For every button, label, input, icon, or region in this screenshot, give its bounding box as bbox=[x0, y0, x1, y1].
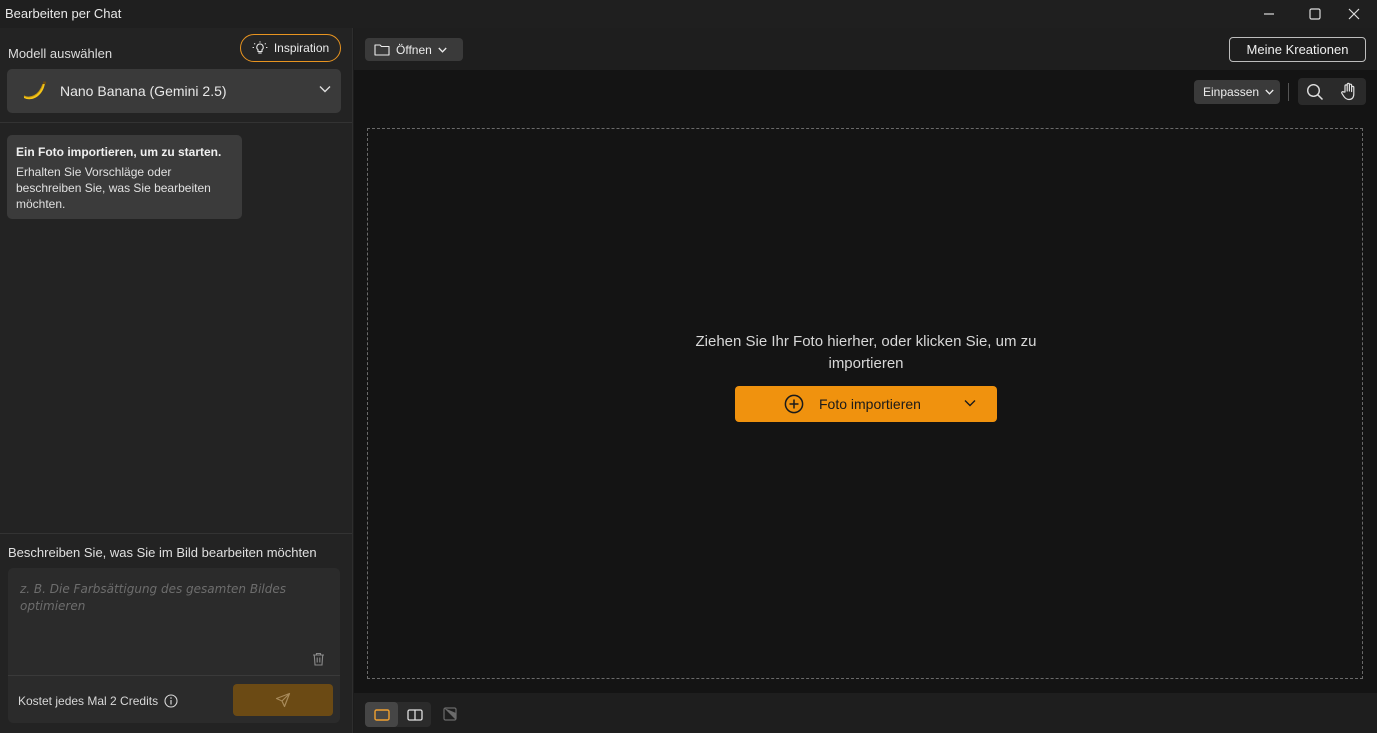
banana-icon bbox=[23, 81, 46, 100]
divider bbox=[0, 533, 352, 534]
prompt-input[interactable] bbox=[8, 568, 340, 673]
chevron-down-icon bbox=[1265, 89, 1274, 95]
inspiration-label: Inspiration bbox=[273, 41, 330, 55]
chat-sidebar: Modell auswählen Inspiration Nano Banana… bbox=[0, 28, 353, 733]
close-button[interactable] bbox=[1331, 0, 1377, 28]
divider bbox=[1288, 83, 1289, 101]
view-mode-toggle bbox=[365, 702, 431, 727]
folder-icon bbox=[374, 44, 390, 56]
credits-info: Kostet jedes Mal 2 Credits bbox=[18, 694, 178, 708]
chevron-down-icon bbox=[438, 47, 447, 53]
send-icon bbox=[275, 692, 291, 708]
plus-circle-icon bbox=[784, 394, 804, 414]
pan-tool[interactable] bbox=[1332, 78, 1366, 105]
prompt-label: Beschreiben Sie, was Sie im Bild bearbei… bbox=[8, 545, 317, 560]
view-tools bbox=[1298, 78, 1366, 105]
editor-main: Öffnen Meine Kreationen Einpassen Ziehen… bbox=[354, 28, 1377, 733]
single-view-icon bbox=[373, 708, 390, 721]
model-label: Modell auswählen bbox=[8, 46, 113, 61]
minimize-icon bbox=[1264, 13, 1274, 15]
divider bbox=[8, 675, 340, 676]
top-toolbar: Öffnen Meine Kreationen bbox=[354, 28, 1377, 70]
credits-text: Kostet jedes Mal 2 Credits bbox=[18, 694, 159, 708]
model-select[interactable]: Nano Banana (Gemini 2.5) bbox=[7, 69, 341, 113]
split-view-button[interactable] bbox=[398, 702, 431, 727]
compare-icon[interactable] bbox=[443, 707, 457, 721]
single-view-button[interactable] bbox=[365, 702, 398, 727]
trash-icon[interactable] bbox=[312, 652, 325, 666]
chevron-down-icon[interactable] bbox=[964, 399, 976, 407]
import-photo-button[interactable]: Foto importieren bbox=[735, 386, 997, 422]
open-label: Öffnen bbox=[396, 42, 432, 57]
model-select-value: Nano Banana (Gemini 2.5) bbox=[60, 83, 227, 99]
lightbulb-icon bbox=[252, 41, 268, 54]
maximize-icon bbox=[1309, 8, 1321, 20]
window-title: Bearbeiten per Chat bbox=[5, 6, 122, 21]
fit-label: Einpassen bbox=[1203, 85, 1260, 99]
chevron-down-icon bbox=[319, 86, 331, 93]
close-icon bbox=[1348, 8, 1360, 20]
title-bar: Bearbeiten per Chat bbox=[0, 0, 1377, 28]
inspiration-button[interactable]: Inspiration bbox=[240, 34, 341, 62]
hand-icon bbox=[1341, 82, 1355, 101]
hint-message: Ein Foto importieren, um zu starten. Erh… bbox=[7, 135, 242, 219]
info-icon[interactable] bbox=[164, 694, 178, 708]
prompt-box: Kostet jedes Mal 2 Credits bbox=[8, 568, 340, 723]
open-button[interactable]: Öffnen bbox=[365, 38, 463, 61]
search-icon bbox=[1306, 83, 1324, 100]
divider bbox=[0, 122, 352, 123]
photo-dropzone[interactable]: Ziehen Sie Ihr Foto hierher, oder klicke… bbox=[367, 128, 1363, 679]
fit-select[interactable]: Einpassen bbox=[1194, 80, 1280, 104]
zoom-tool[interactable] bbox=[1298, 78, 1332, 105]
split-view-icon bbox=[406, 708, 423, 721]
import-photo-label: Foto importieren bbox=[819, 396, 921, 412]
hint-title: Ein Foto importieren, um zu starten. bbox=[16, 145, 222, 159]
minimize-button[interactable] bbox=[1246, 0, 1292, 28]
send-button[interactable] bbox=[233, 684, 333, 716]
hint-text: Erhalten Sie Vorschläge oder beschreiben… bbox=[16, 165, 211, 211]
dropzone-text: Ziehen Sie Ihr Foto hierher, oder klicke… bbox=[695, 333, 1037, 372]
my-creations-button[interactable]: Meine Kreationen bbox=[1229, 37, 1366, 62]
divider bbox=[952, 386, 953, 422]
bottom-toolbar bbox=[354, 693, 1377, 733]
